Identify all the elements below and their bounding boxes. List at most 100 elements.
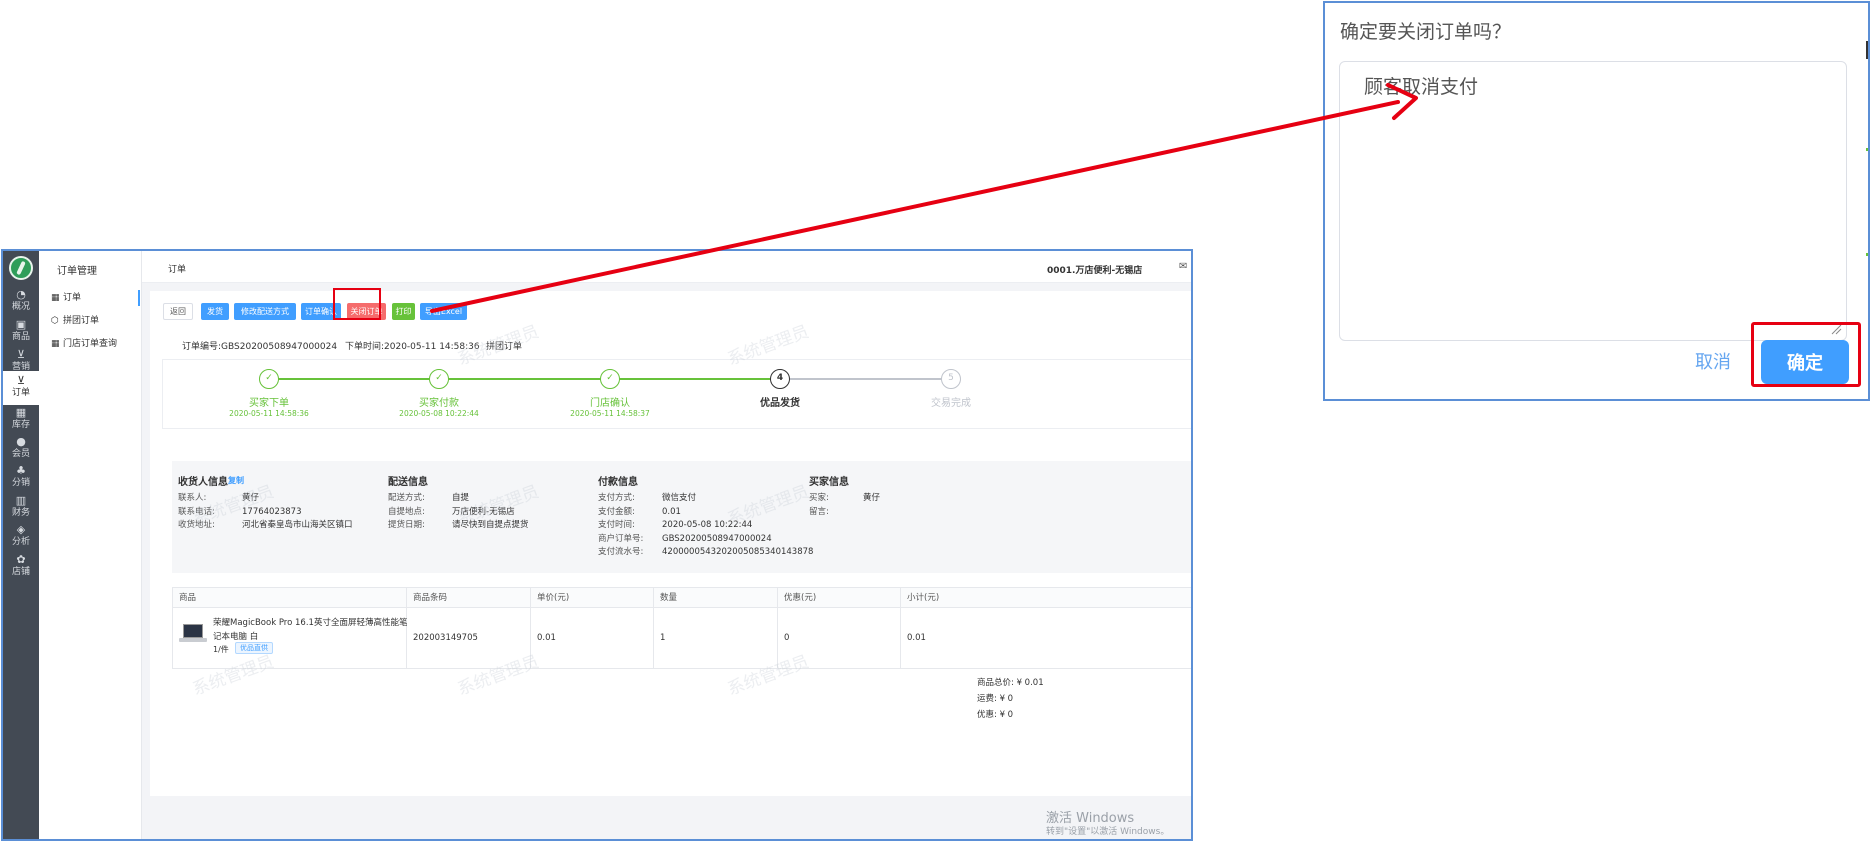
ship-button[interactable]: 发货 xyxy=(201,303,229,320)
grid-icon: ▦ xyxy=(51,293,60,303)
order-detail-card: 返回 发货 修改配送方式 订单确认 关闭订单 打印 导出Excel 订单编号:G… xyxy=(150,288,1191,796)
rail-item-goods[interactable]: ▣ 商品 xyxy=(3,315,39,349)
dialog-cancel-button[interactable]: 取消 xyxy=(1695,348,1731,374)
store-name[interactable]: 0001.万店便利-无锡店 xyxy=(1047,263,1142,276)
grid-icon: ▦ xyxy=(51,339,60,349)
step-1-check-icon: ✓ xyxy=(259,369,279,389)
step-2-check-icon: ✓ xyxy=(429,369,449,389)
product-qty: 1/件 xyxy=(213,645,229,654)
print-button[interactable]: 打印 xyxy=(392,303,415,320)
mail-icon[interactable]: ✉ xyxy=(1179,261,1187,272)
cart-icon: ⊻ xyxy=(16,348,26,361)
confirm-highlight xyxy=(1751,322,1861,387)
close-order-highlight xyxy=(333,288,381,320)
finance-icon: ▥ xyxy=(15,494,27,507)
step-3-check-icon: ✓ xyxy=(600,369,620,389)
back-button[interactable]: 返回 xyxy=(163,303,193,320)
subnav-item-orders[interactable]: ▦ 订单 xyxy=(51,288,141,308)
pickup-date: 提货日期: 请尽快到自提点提货 xyxy=(388,520,529,530)
member-icon: ● xyxy=(16,435,26,448)
table-header: 小计(元) xyxy=(901,588,1191,608)
step-2-title: 买家付款 xyxy=(419,398,459,409)
goods-table: 商品 商品条码 单价(元) 数量 优惠(元) 小计(元) 荣耀MagicBook… xyxy=(172,587,1191,669)
step-1-time: 2020-05-11 14:58:36 xyxy=(229,409,309,418)
product-icon: ▣ xyxy=(15,318,27,331)
subnav-item-group-orders[interactable]: ⬡ 拼团订单 xyxy=(51,311,141,331)
goods-total: 商品总价: ¥ 0.01 xyxy=(977,678,1044,688)
buyer-message: 留言: xyxy=(809,507,829,517)
freight: 运费: ¥ 0 xyxy=(977,694,1014,704)
merchant-order-number: 商户订单号: GBS20200508947000024 xyxy=(598,534,772,544)
progress-line-done xyxy=(269,378,781,380)
product-barcode: 202003149705 xyxy=(407,608,531,668)
table-header: 商品 xyxy=(173,588,407,608)
total-discount: 优惠: ¥ 0 xyxy=(977,710,1014,720)
app-logo-icon xyxy=(9,256,33,280)
order-number: 订单编号:GBS20200508947000024 xyxy=(182,342,338,352)
subnav-item-store-order-query[interactable]: ▦ 门店订单查询 xyxy=(51,334,141,354)
pickup-location: 自提地点: 万店便利-无锡店 xyxy=(388,507,515,517)
order-time: 下单时间:2020-05-11 14:58:36 xyxy=(345,342,480,352)
receiver-address: 收货地址: 河北省秦皇岛市山海关区镇口 xyxy=(178,520,353,530)
edge-mark xyxy=(1866,253,1868,256)
inventory-icon: ▦ xyxy=(15,406,27,419)
table-header: 优惠(元) xyxy=(778,588,901,608)
top-bar: 订单 0001.万店便利-无锡店 ✉ ⏻ xyxy=(142,251,1191,283)
store-icon: ✿ xyxy=(16,553,26,566)
table-header: 商品条码 xyxy=(407,588,531,608)
modify-delivery-button[interactable]: 修改配送方式 xyxy=(234,303,296,320)
receiver-info-title: 收货人信息 xyxy=(178,477,228,488)
export-excel-button[interactable]: 导出Excel xyxy=(420,303,467,320)
copy-link[interactable]: 复制 xyxy=(228,475,244,486)
dashboard-icon: ◔ xyxy=(16,288,26,301)
rail-item-overview[interactable]: ◔ 概况 xyxy=(3,285,39,319)
delivery-info-title: 配送信息 xyxy=(388,477,428,488)
product-thumbnail[interactable] xyxy=(179,624,207,644)
payment-time: 支付时间: 2020-05-08 10:22:44 xyxy=(598,520,753,530)
dialog-title: 确定要关闭订单吗？ xyxy=(1340,21,1512,43)
cube-icon: ⬡ xyxy=(51,316,59,326)
payment-method: 支付方式: 微信支付 xyxy=(598,493,697,503)
receiver-contact: 联系人: 黄仔 xyxy=(178,493,260,503)
order-info-panel: 收货人信息 复制 联系人: 黄仔 联系电话: 17764023873 收货地址: 河北… xyxy=(172,461,1191,573)
distribution-icon: ♣ xyxy=(16,464,26,477)
table-header: 单价(元) xyxy=(531,588,654,608)
step-4-title: 优品发货 xyxy=(760,398,800,409)
product-count: 1 xyxy=(654,608,778,668)
product-name[interactable]: 荣耀MagicBook Pro 16.1英寸全面屏轻薄高性能笔记本电脑 白 xyxy=(213,616,408,644)
order-icon: ⊻ xyxy=(16,374,26,387)
rail-item-distribution[interactable]: ♣ 分销 xyxy=(3,461,39,495)
rail-item-analysis[interactable]: ◈ 分析 xyxy=(3,520,39,554)
rail-item-orders[interactable]: ⊻ 订单 xyxy=(3,371,39,405)
edge-mark xyxy=(1866,41,1868,59)
step-3-title: 门店确认 xyxy=(590,398,630,409)
step-5-title: 交易完成 xyxy=(931,398,971,409)
delivery-method: 配送方式: 自提 xyxy=(388,493,470,503)
step-1-title: 买家下单 xyxy=(249,398,289,409)
product-price: 0.01 xyxy=(531,608,654,668)
page-title: 订单 xyxy=(168,265,187,275)
payment-amount: 支付金额: 0.01 xyxy=(598,507,681,517)
step-4-number: 4 xyxy=(770,369,790,389)
order-submenu: 订单管理 ▦ 订单 ⬡ 拼团订单 ▦ 门店订单查询 xyxy=(39,251,142,839)
main-nav-rail: ◔ 概况 ▣ 商品 ⊻ 营销 ⊻ 订单 ▦ 库存 ● 会员 ♣ 分销 ▥ 财务 xyxy=(3,251,39,839)
step-5-number: 5 xyxy=(941,369,961,389)
step-3-time: 2020-05-11 14:58:37 xyxy=(570,409,650,418)
product-discount: 0 xyxy=(778,608,901,668)
product-subtotal: 0.01 xyxy=(907,633,926,643)
payment-serial-number: 支付流水号: 4200000543202005085340143878 xyxy=(598,547,814,557)
rail-item-store[interactable]: ✿ 店铺 xyxy=(3,550,39,584)
order-detail-window: ◔ 概况 ▣ 商品 ⊻ 营销 ⊻ 订单 ▦ 库存 ● 会员 ♣ 分销 ▥ 财务 xyxy=(1,249,1193,841)
analysis-icon: ◈ xyxy=(16,523,26,536)
close-reason-textarea[interactable]: 顾客取消支付 xyxy=(1339,61,1847,341)
payment-info-title: 付款信息 xyxy=(598,477,638,488)
product-tag: 优品直供 xyxy=(235,642,273,654)
windows-activation-hint: 转到"设置"以激活 Windows。 xyxy=(1046,827,1170,837)
edge-mark xyxy=(1866,148,1868,151)
close-order-dialog: 确定要关闭订单吗？ 顾客取消支付 取消 确定 xyxy=(1323,1,1870,401)
progress-line-pending xyxy=(781,378,951,380)
step-2-time: 2020-05-08 10:22:44 xyxy=(399,409,479,418)
buyer-info-title: 买家信息 xyxy=(809,477,849,488)
order-type: 拼团订单 xyxy=(486,342,523,352)
buyer-name: 买家: 黄仔 xyxy=(809,493,881,503)
